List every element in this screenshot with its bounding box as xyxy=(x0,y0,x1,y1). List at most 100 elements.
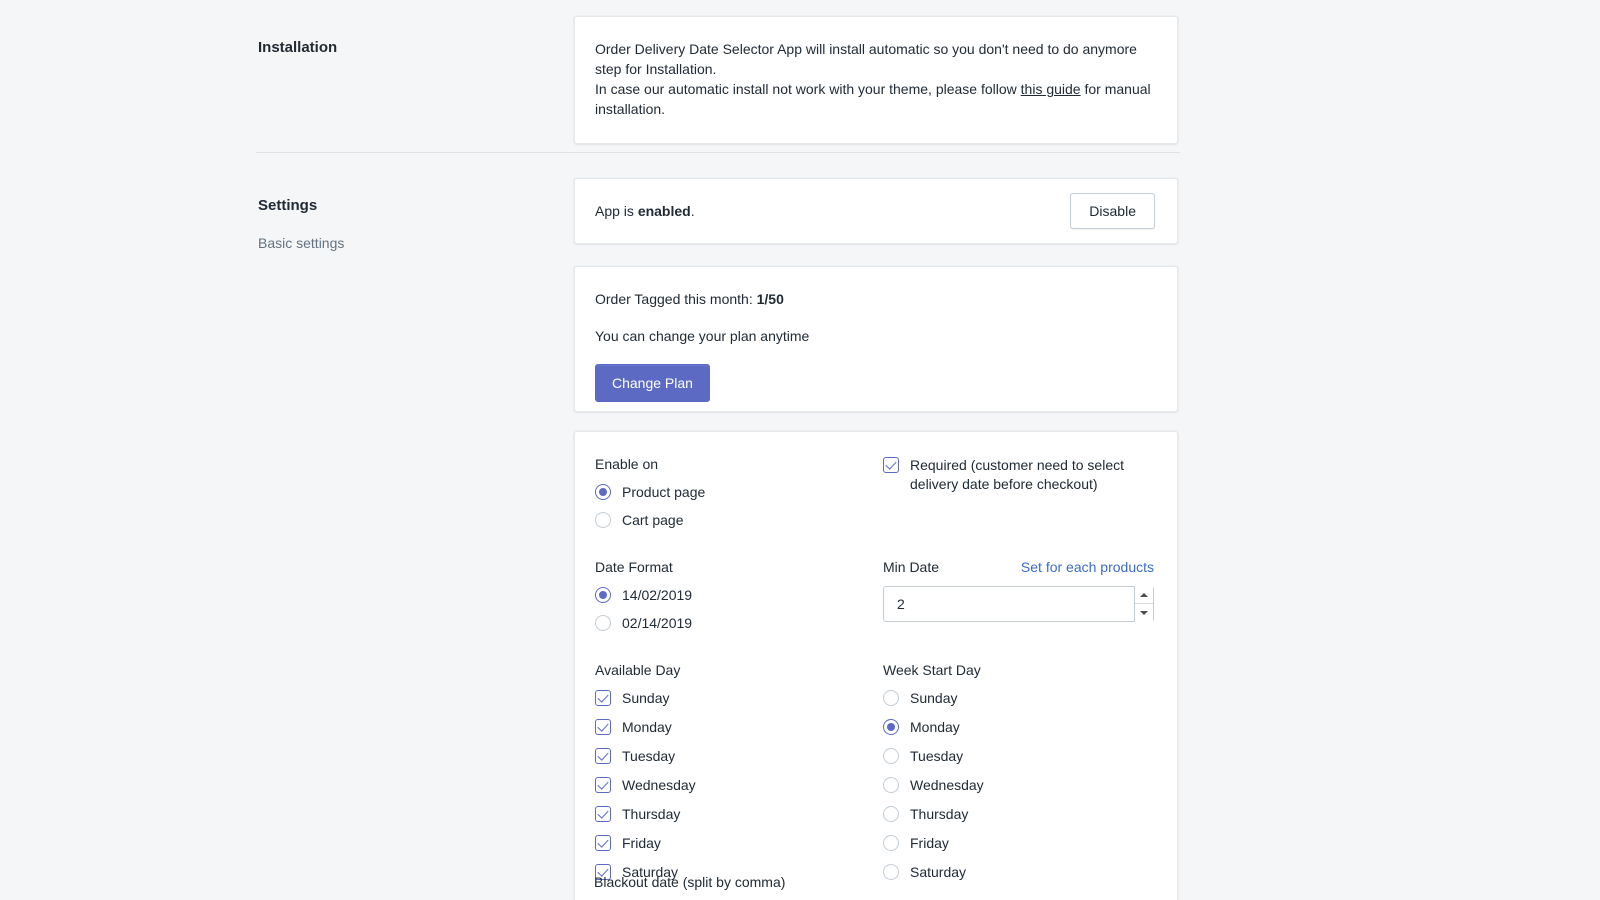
radio-label: Sunday xyxy=(910,689,957,707)
this-guide-link[interactable]: this guide xyxy=(1021,81,1081,97)
checkbox-icon-checked xyxy=(595,748,611,764)
radio-icon-selected xyxy=(595,484,611,500)
settings-subheading: Basic settings xyxy=(258,235,344,251)
radio-week-start-tuesday[interactable]: Tuesday xyxy=(883,747,1171,765)
radio-label: Product page xyxy=(622,483,705,501)
checkbox-available-sunday[interactable]: Sunday xyxy=(595,689,883,707)
section-divider xyxy=(256,152,1180,153)
orders-tagged-line: Order Tagged this month: 1/50 xyxy=(595,289,1157,309)
disable-button[interactable]: Disable xyxy=(1070,193,1155,229)
installation-section-label: Installation xyxy=(258,38,337,58)
checkbox-label: Sunday xyxy=(622,689,669,707)
radio-week-start-saturday[interactable]: Saturday xyxy=(883,863,1171,881)
checkbox-available-wednesday[interactable]: Wednesday xyxy=(595,776,883,794)
settings-section-label: Settings xyxy=(258,196,317,216)
date-format-group: Date Format 14/02/2019 02/14/2019 xyxy=(595,557,883,632)
checkbox-required[interactable]: Required (customer need to select delive… xyxy=(883,456,1171,494)
orders-tagged-value: 1/50 xyxy=(757,291,784,307)
radio-week-start-thursday[interactable]: Thursday xyxy=(883,805,1171,823)
radio-icon-unselected xyxy=(883,835,899,851)
radio-icon-unselected xyxy=(883,806,899,822)
blackout-date-label: Blackout date (split by comma) xyxy=(594,872,785,892)
radio-icon-unselected xyxy=(883,777,899,793)
radio-week-start-friday[interactable]: Friday xyxy=(883,834,1171,852)
min-date-field-wrapper xyxy=(883,586,1154,622)
checkbox-available-thursday[interactable]: Thursday xyxy=(595,805,883,823)
radio-enable-on-product-page[interactable]: Product page xyxy=(595,483,883,501)
checkbox-icon-checked xyxy=(595,719,611,735)
required-group: Required (customer need to select delive… xyxy=(883,454,1171,529)
checkbox-label: Thursday xyxy=(622,805,680,823)
checkbox-available-tuesday[interactable]: Tuesday xyxy=(595,747,883,765)
checkbox-icon-checked xyxy=(595,777,611,793)
radio-icon-unselected xyxy=(883,748,899,764)
radio-icon-unselected xyxy=(595,512,611,528)
plan-note: You can change your plan anytime xyxy=(595,326,1157,346)
app-status-text: App is enabled. xyxy=(595,203,695,219)
radio-week-start-monday[interactable]: Monday xyxy=(883,718,1171,736)
radio-icon-unselected xyxy=(883,864,899,880)
app-status-suffix: . xyxy=(691,203,695,219)
min-date-label: Min Date xyxy=(883,557,939,577)
checkbox-label: Wednesday xyxy=(622,776,696,794)
week-start-day-group: Week Start Day Sunday Monday Tuesday Wed… xyxy=(883,660,1171,892)
installation-paragraph-2-pre: In case our automatic install not work w… xyxy=(595,81,1021,97)
radio-enable-on-cart-page[interactable]: Cart page xyxy=(595,511,883,529)
radio-label: 02/14/2019 xyxy=(622,614,692,632)
radio-label: Cart page xyxy=(622,511,683,529)
date-format-label: Date Format xyxy=(595,557,883,577)
checkbox-available-friday[interactable]: Friday xyxy=(595,834,883,852)
radio-week-start-wednesday[interactable]: Wednesday xyxy=(883,776,1171,794)
basic-settings-form-card: Enable on Product page Cart page Require… xyxy=(574,431,1178,900)
stepper-down-icon[interactable] xyxy=(1135,604,1153,622)
radio-label: Saturday xyxy=(910,863,966,881)
form-row-middle: Date Format 14/02/2019 02/14/2019 Min Da… xyxy=(595,557,1157,632)
min-date-input[interactable] xyxy=(884,587,1124,621)
app-status-state: enabled xyxy=(638,203,691,219)
app-status-card: App is enabled. Disable xyxy=(574,178,1178,244)
radio-label: Friday xyxy=(910,834,949,852)
stepper-up-icon[interactable] xyxy=(1135,586,1153,604)
radio-icon-unselected xyxy=(883,690,899,706)
settings-page: Installation Order Delivery Date Selecto… xyxy=(0,0,1600,900)
settings-heading: Settings xyxy=(258,196,317,216)
installation-card: Order Delivery Date Selector App will in… xyxy=(574,16,1178,144)
checkbox-label: Required (customer need to select delive… xyxy=(910,456,1150,494)
form-row-top: Enable on Product page Cart page Require… xyxy=(595,454,1157,529)
min-date-stepper xyxy=(1134,586,1153,622)
checkbox-label: Tuesday xyxy=(622,747,675,765)
checkbox-available-monday[interactable]: Monday xyxy=(595,718,883,736)
radio-date-format-mmddyyyy[interactable]: 02/14/2019 xyxy=(595,614,883,632)
checkbox-icon-checked xyxy=(595,690,611,706)
checkbox-label: Monday xyxy=(622,718,672,736)
app-status-prefix: App is xyxy=(595,203,638,219)
min-date-group: Min Date Set for each products xyxy=(883,557,1171,632)
enable-on-label: Enable on xyxy=(595,454,883,474)
radio-label: Tuesday xyxy=(910,747,963,765)
radio-icon-selected xyxy=(595,587,611,603)
installation-paragraph-1: Order Delivery Date Selector App will in… xyxy=(595,39,1153,79)
radio-label: 14/02/2019 xyxy=(622,586,692,604)
radio-date-format-ddmmyyyy[interactable]: 14/02/2019 xyxy=(595,586,883,604)
installation-paragraph-2: In case our automatic install not work w… xyxy=(595,79,1153,119)
orders-tagged-label: Order Tagged this month: xyxy=(595,291,757,307)
min-date-header: Min Date Set for each products xyxy=(883,557,1154,577)
week-start-day-label: Week Start Day xyxy=(883,660,1171,680)
installation-heading: Installation xyxy=(258,38,337,58)
enable-on-group: Enable on Product page Cart page xyxy=(595,454,883,529)
checkbox-icon-checked xyxy=(595,806,611,822)
checkbox-label: Friday xyxy=(622,834,661,852)
radio-label: Monday xyxy=(910,718,960,736)
available-day-group: Available Day Sunday Monday Tuesday Wedn… xyxy=(595,660,883,892)
checkbox-icon-checked xyxy=(883,457,899,473)
checkbox-icon-checked xyxy=(595,835,611,851)
set-for-each-products-link[interactable]: Set for each products xyxy=(1021,557,1154,577)
form-row-days: Available Day Sunday Monday Tuesday Wedn… xyxy=(595,660,1157,892)
radio-icon-unselected xyxy=(595,615,611,631)
change-plan-button[interactable]: Change Plan xyxy=(595,364,710,402)
plan-card: Order Tagged this month: 1/50 You can ch… xyxy=(574,266,1178,412)
radio-label: Wednesday xyxy=(910,776,984,794)
radio-week-start-sunday[interactable]: Sunday xyxy=(883,689,1171,707)
radio-icon-selected xyxy=(883,719,899,735)
available-day-label: Available Day xyxy=(595,660,883,680)
